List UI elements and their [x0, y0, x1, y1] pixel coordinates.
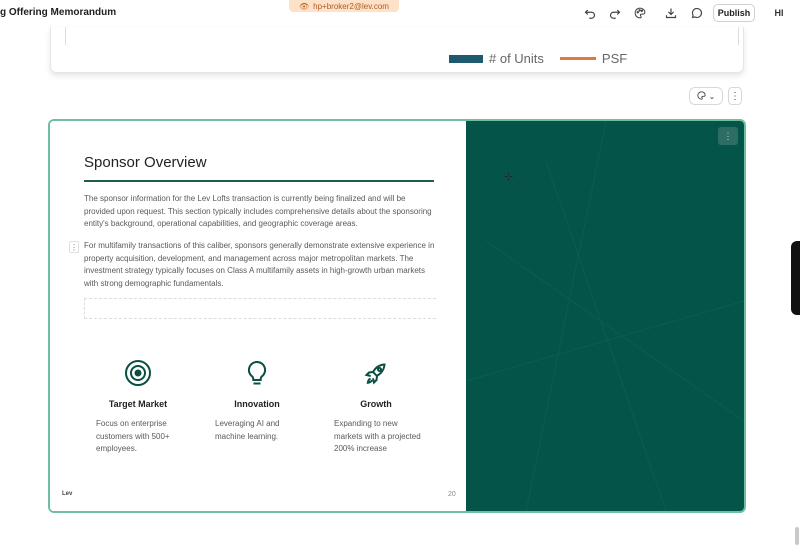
drag-handle-icon: ⋮	[70, 242, 78, 252]
slide-title[interactable]: Sponsor Overview	[84, 154, 207, 171]
feature-growth[interactable]: Growth Expanding to new markets with a p…	[326, 359, 426, 456]
feature-title: Innovation	[234, 399, 280, 409]
slide-more-options-button[interactable]: ⋮	[728, 87, 742, 105]
comment-icon[interactable]	[690, 6, 704, 20]
legend-label-units: # of Units	[489, 51, 544, 66]
feature-description: Focus on enterprise customers with 500+ …	[96, 419, 170, 453]
feature-title: Target Market	[108, 399, 168, 409]
eye-icon: 👁	[299, 1, 310, 11]
slide-theme-button[interactable]: ⌄	[689, 87, 723, 105]
legend-swatch-units	[449, 54, 483, 63]
palette-icon[interactable]	[633, 6, 647, 20]
slide-edge-right	[738, 27, 739, 45]
text-cursor-icon: ⊹	[504, 171, 514, 183]
paragraph-2[interactable]: For multifamily transactions of this cal…	[84, 240, 436, 290]
image-options-button[interactable]: ⋮	[718, 127, 738, 145]
user-avatar[interactable]: HI	[770, 6, 788, 20]
document-title: g Offering Memorandum	[0, 7, 117, 18]
lev-logo: Lev	[62, 491, 73, 497]
rocket-icon	[326, 359, 426, 389]
title-divider	[84, 180, 434, 182]
active-user-pill: 👁 hp+broker2@lev.com	[289, 0, 399, 12]
top-toolbar: g Offering Memorandum 👁 hp+broker2@lev.c…	[0, 0, 800, 27]
lightbulb-icon	[207, 359, 307, 389]
publish-button[interactable]: Publish	[713, 4, 755, 22]
feature-innovation[interactable]: Innovation Leveraging AI and machine lea…	[207, 359, 307, 443]
empty-content-block[interactable]	[84, 298, 436, 319]
more-vertical-icon: ⋮	[730, 90, 740, 102]
chevron-down-icon: ⌄	[708, 91, 716, 101]
legend-label-psf: PSF	[601, 51, 628, 66]
scrollbar-thumb[interactable]	[795, 527, 799, 545]
undo-icon[interactable]	[583, 6, 597, 20]
redo-icon[interactable]	[608, 6, 622, 20]
more-vertical-icon: ⋮	[723, 130, 733, 141]
feature-description: Expanding to new markets with a projecte…	[334, 419, 421, 453]
slide-edge-left	[65, 27, 66, 45]
chart-legend: # of Units PSF	[449, 51, 627, 66]
sponsor-overview-slide[interactable]: Sponsor Overview The sponsor information…	[48, 119, 746, 513]
legend-swatch-psf	[559, 57, 596, 60]
page-number: 20	[448, 491, 456, 498]
feature-title: Growth	[360, 399, 392, 409]
user-email: hp+broker2@lev.com	[313, 1, 389, 11]
target-icon	[88, 359, 188, 389]
paragraph-1[interactable]: The sponsor information for the Lev Loft…	[84, 193, 436, 231]
download-icon[interactable]	[664, 6, 678, 20]
palette-icon	[697, 90, 706, 102]
feature-target-market[interactable]: Target Market Focus on enterprise custom…	[88, 359, 188, 456]
feature-description: Leveraging AI and machine learning.	[215, 419, 280, 441]
side-panel-tab[interactable]	[791, 241, 800, 315]
previous-slide[interactable]: # of Units PSF	[50, 27, 744, 73]
block-handle[interactable]: ⋮	[69, 241, 79, 253]
slide-content-panel: Sponsor Overview The sponsor information…	[50, 121, 466, 511]
